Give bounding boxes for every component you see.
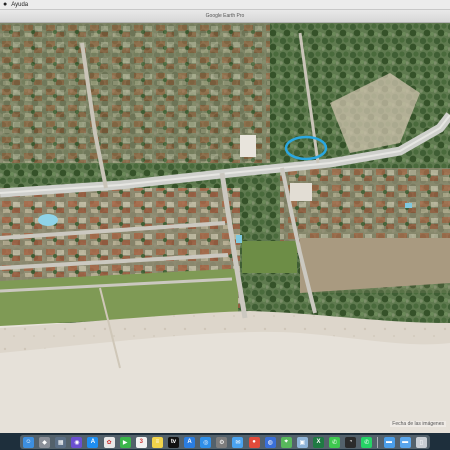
finder-icon[interactable]: ☺ (23, 436, 34, 448)
downloads-icon[interactable]: ▬ (399, 436, 411, 448)
facetime-icon[interactable]: ▶ (119, 436, 131, 448)
desktop-dock-area: ☺ ◆ ▦ ◉ A ✿ ▶ 3 ≡ tv A ◎ ⚙ ✉ ● ◍ ⌖ ▣ X ✆ ◔ ✆ ▬ ▬ ▯ (0, 433, 450, 450)
dock: ☺ ◆ ▦ ◉ A ✿ ▶ 3 ≡ tv A ◎ ⚙ ✉ ● ◍ ⌖ ▣ X ✆ ◔ ✆ ▬ ▬ ▯ (20, 435, 430, 449)
notes-icon[interactable]: ≡ (151, 436, 163, 448)
google-earth-icon[interactable]: ◍ (264, 436, 276, 448)
system-preferences-icon[interactable]: ⚙ (216, 436, 228, 448)
lawn-patch (242, 241, 297, 273)
building (290, 183, 312, 201)
chrome-icon[interactable]: ● (248, 436, 260, 448)
app-store-icon[interactable]: A (87, 436, 99, 448)
folder-icon[interactable]: ▬ (383, 436, 395, 448)
pool (405, 203, 412, 208)
shoreline (0, 331, 450, 433)
trash-icon[interactable]: ▯ (415, 436, 427, 448)
pool (38, 214, 58, 226)
whatsapp-icon[interactable]: ✆ (361, 436, 373, 448)
window-title: Google Earth Pro (205, 13, 245, 19)
pool (236, 235, 242, 243)
launchpad-icon[interactable]: ◆ (39, 436, 51, 448)
mission-control-icon[interactable]: ▦ (55, 436, 67, 448)
menu-item-ayuda[interactable]: Ayuda (11, 2, 28, 8)
maps-icon[interactable]: ⌖ (280, 436, 292, 448)
imagery-date-attribution: Fecha de las imágenes (390, 421, 446, 427)
apple-icon[interactable]: ● (3, 1, 7, 8)
safari-icon[interactable]: ◎ (200, 436, 212, 448)
building (240, 135, 256, 157)
window-titlebar[interactable]: Google Earth Pro (0, 10, 450, 23)
excel-icon[interactable]: X (312, 436, 324, 448)
activity-monitor-icon[interactable]: ◔ (345, 436, 357, 448)
residential-area-north (0, 23, 270, 163)
preview-icon[interactable]: ▣ (296, 436, 308, 448)
calendar-icon[interactable]: 3 (135, 436, 147, 448)
app-store-2-icon[interactable]: A (184, 436, 196, 448)
satellite-map-view[interactable]: Fecha de las imágenes (0, 23, 450, 433)
dock-separator (377, 436, 379, 448)
menu-bar: ● Ayuda (0, 0, 450, 10)
mail-icon[interactable]: ✉ (232, 436, 244, 448)
apple-tv-icon[interactable]: tv (167, 436, 179, 448)
photos-icon[interactable]: ✿ (103, 436, 115, 448)
messages-icon[interactable]: ✆ (329, 436, 341, 448)
siri-icon[interactable]: ◉ (71, 436, 83, 448)
